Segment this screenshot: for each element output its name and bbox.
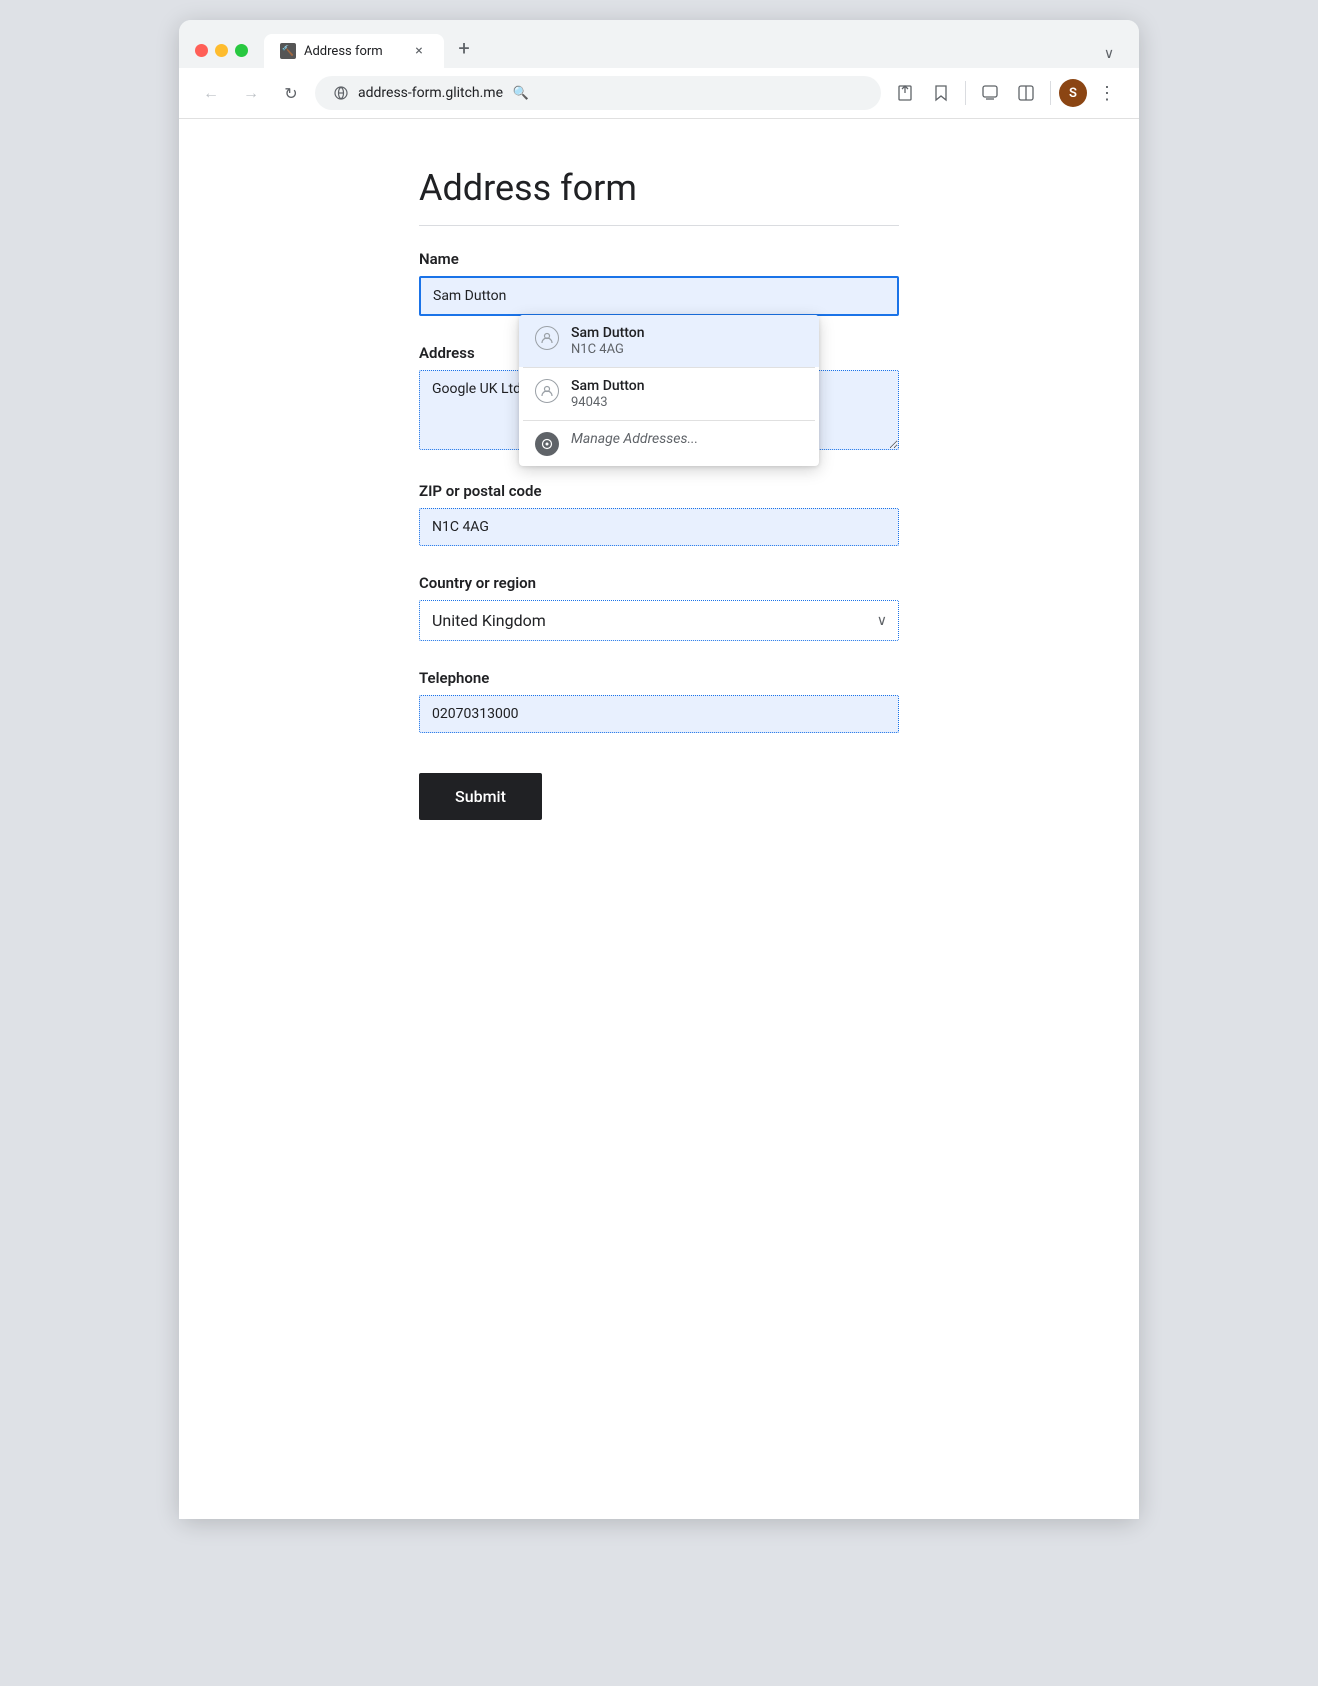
country-select-wrapper: United Kingdom United States Canada Aust… <box>419 600 899 641</box>
autocomplete-text-1: Sam Dutton N1C 4AG <box>571 325 645 357</box>
back-button[interactable]: ← <box>195 77 227 109</box>
telephone-input[interactable] <box>419 695 899 733</box>
tab-title: Address form <box>304 44 383 59</box>
autocomplete-person-icon-1 <box>535 326 559 350</box>
autocomplete-item-2[interactable]: Sam Dutton 94043 <box>519 368 819 420</box>
reload-button[interactable]: ↻ <box>275 77 307 109</box>
lens-icon[interactable]: 🔍 <box>511 83 531 103</box>
page-title: Address form <box>419 167 899 226</box>
telephone-section: Telephone <box>419 669 899 733</box>
nav-divider <box>965 81 966 105</box>
autocomplete-name-2: Sam Dutton <box>571 378 645 394</box>
form-container: Address form Name Sam Dutto <box>399 167 919 820</box>
tab-close-button[interactable]: × <box>410 42 428 60</box>
nav-divider-2 <box>1050 81 1051 105</box>
autocomplete-detail-1: N1C 4AG <box>571 342 645 357</box>
share-icon[interactable] <box>889 77 921 109</box>
manage-addresses-icon <box>535 432 559 456</box>
profile-avatar[interactable]: S <box>1059 79 1087 107</box>
tab-dropdown-button[interactable]: ∨ <box>1095 40 1123 68</box>
forward-button[interactable]: → <box>235 77 267 109</box>
manage-addresses-label: Manage Addresses... <box>571 431 698 447</box>
url-text: address-form.glitch.me <box>358 85 503 101</box>
close-window-button[interactable] <box>195 44 208 57</box>
name-input[interactable] <box>419 276 899 316</box>
zip-input[interactable] <box>419 508 899 546</box>
autocomplete-person-icon-2 <box>535 379 559 403</box>
manage-addresses-item[interactable]: Manage Addresses... <box>519 421 819 466</box>
tab-favicon-icon: 🔨 <box>280 43 296 59</box>
autocomplete-name-1: Sam Dutton <box>571 325 645 341</box>
traffic-lights <box>195 44 248 57</box>
country-section: Country or region United Kingdom United … <box>419 574 899 641</box>
address-bar[interactable]: address-form.glitch.me 🔍 <box>315 76 881 110</box>
nav-actions: S ⋮ <box>889 77 1123 109</box>
minimize-window-button[interactable] <box>215 44 228 57</box>
browser-window: 🔨 Address form × + ∨ ← → ↻ address-form.… <box>179 20 1139 1519</box>
autocomplete-detail-2: 94043 <box>571 395 645 410</box>
autocomplete-text-2: Sam Dutton 94043 <box>571 378 645 410</box>
active-tab[interactable]: 🔨 Address form × <box>264 34 444 68</box>
submit-button[interactable]: Submit <box>419 773 542 820</box>
tab-bar: 🔨 Address form × + ∨ <box>264 32 1123 68</box>
maximize-window-button[interactable] <box>235 44 248 57</box>
country-label: Country or region <box>419 574 899 592</box>
new-tab-button[interactable]: + <box>448 32 480 64</box>
title-bar: 🔨 Address form × + ∨ <box>179 20 1139 68</box>
page-content: Address form Name Sam Dutto <box>179 119 1139 1519</box>
sidebar-icon[interactable] <box>1010 77 1042 109</box>
site-info-icon[interactable] <box>332 84 350 102</box>
autocomplete-item-1[interactable]: Sam Dutton N1C 4AG <box>519 315 819 367</box>
autocomplete-dropdown: Sam Dutton N1C 4AG Sam Dutton <box>519 315 819 466</box>
country-select[interactable]: United Kingdom United States Canada Aust… <box>419 600 899 641</box>
tab-search-icon[interactable] <box>974 77 1006 109</box>
telephone-label: Telephone <box>419 669 899 687</box>
zip-section: ZIP or postal code <box>419 482 899 546</box>
more-options-icon[interactable]: ⋮ <box>1091 77 1123 109</box>
zip-label: ZIP or postal code <box>419 482 899 500</box>
name-label: Name <box>419 250 899 268</box>
bookmark-icon[interactable] <box>925 77 957 109</box>
nav-bar: ← → ↻ address-form.glitch.me 🔍 <box>179 68 1139 119</box>
name-section: Name <box>419 250 899 316</box>
